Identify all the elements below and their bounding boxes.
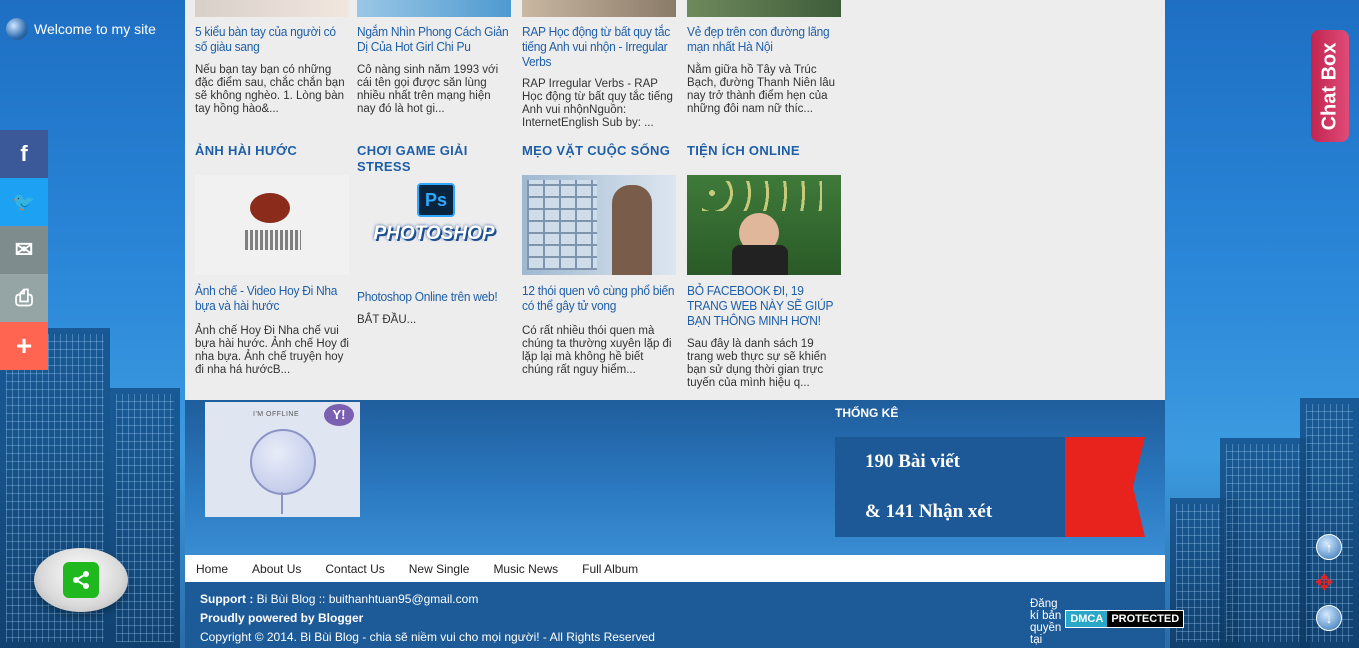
more-share-button[interactable]: + bbox=[0, 322, 48, 370]
support-label: Support : bbox=[200, 592, 254, 606]
city-building bbox=[1220, 438, 1310, 648]
nav-music-news[interactable]: Music News bbox=[493, 562, 558, 576]
dmca-section: Đăng kí bản quyền tại DMCA PROTECTED bbox=[1030, 592, 1185, 646]
post-thumbnail[interactable] bbox=[687, 0, 841, 17]
nav-contact-us[interactable]: Contact Us bbox=[325, 562, 384, 576]
stats-ribbon bbox=[1065, 437, 1145, 537]
post-grid: 5 kiểu bàn tay của người có số giàu sang… bbox=[185, 0, 1165, 400]
arrow-down-icon: ↓ bbox=[1325, 610, 1333, 626]
footer-widgets: I'M OFFLINE Y! THỐNG KÊ 190 Bài viết & 1… bbox=[185, 400, 1165, 555]
powered-by: Proudly powered by Blogger bbox=[200, 611, 364, 625]
dmca-label: Đăng kí bản quyền tại bbox=[1030, 598, 1062, 646]
dmca-badge-right: PROTECTED bbox=[1107, 611, 1184, 627]
email-share-button[interactable]: ✉ bbox=[0, 226, 48, 274]
welcome-text: Welcome to my site bbox=[34, 21, 156, 37]
email-icon: ✉ bbox=[14, 237, 34, 262]
city-building bbox=[110, 388, 180, 648]
post-thumbnail[interactable] bbox=[522, 0, 676, 17]
yahoo-status-widget[interactable]: I'M OFFLINE Y! bbox=[205, 402, 360, 517]
photoshop-logo-text: PHOTOSHOP bbox=[373, 223, 495, 244]
post-title-link[interactable]: Ngắm Nhìn Phong Cách Giản Dị Của Hot Gir… bbox=[357, 24, 512, 54]
category-heading[interactable]: MẸO VẶT CUỘC SỐNG bbox=[522, 143, 676, 175]
post-thumbnail[interactable] bbox=[357, 0, 511, 17]
post-excerpt: RAP Irregular Verbs - RAP Học động từ bấ… bbox=[522, 78, 673, 129]
twitter-icon: 🐦 bbox=[12, 191, 36, 212]
chat-box-label: Chat Box bbox=[1318, 42, 1341, 130]
arrow-up-icon: ↑ bbox=[1325, 539, 1333, 555]
category-heading[interactable]: TIỆN ÍCH ONLINE bbox=[687, 143, 841, 175]
nav-about-us[interactable]: About Us bbox=[252, 562, 301, 576]
site-footer: Support : Bi Bùi Blog :: buithanhtuan95@… bbox=[185, 582, 1185, 648]
post-thumbnail[interactable] bbox=[687, 175, 841, 275]
post-thumbnail[interactable] bbox=[195, 175, 349, 275]
facebook-share-button[interactable]: f bbox=[0, 130, 48, 178]
facebook-icon: f bbox=[20, 141, 28, 166]
post-title-link[interactable]: Ảnh chế - Video Hoy Đi Nha bựa và hài hư… bbox=[195, 283, 350, 313]
offline-face-icon bbox=[250, 429, 316, 495]
scroll-up-button[interactable]: ↑ bbox=[1316, 534, 1342, 560]
post-excerpt: Sau đây là danh sách 19 trang web thực s… bbox=[687, 338, 827, 389]
support-contact-link[interactable]: Bi Bùi Blog :: buithanhtuan95@gmail.com bbox=[257, 592, 479, 606]
stats-box: 190 Bài viết & 141 Nhận xét bbox=[835, 437, 1065, 537]
post-excerpt: Nếu bạn tay bạn có những đặc điểm sau, c… bbox=[195, 64, 345, 115]
yahoo-logo-icon: Y! bbox=[324, 404, 354, 426]
move-arrows-icon[interactable]: ✥ bbox=[1315, 570, 1333, 596]
post-card: Vẻ đẹp trên con đường lãng mạn nhất Hà N… bbox=[687, 0, 841, 116]
footer-nav: Home About Us Contact Us New Single Musi… bbox=[185, 555, 1165, 582]
support-line: Support : Bi Bùi Blog :: buithanhtuan95@… bbox=[200, 592, 478, 606]
post-card: 5 kiểu bàn tay của người có số giàu sang… bbox=[195, 0, 349, 116]
dmca-badge[interactable]: DMCA PROTECTED bbox=[1065, 610, 1185, 628]
post-card: Ngắm Nhìn Phong Cách Giản Dị Của Hot Gir… bbox=[357, 0, 511, 116]
category-heading[interactable]: CHƠI GAME GIẢI STRESS bbox=[357, 143, 511, 175]
post-excerpt: Ảnh chế Hoy Đi Nha chế vui bựa hài hước.… bbox=[195, 325, 349, 376]
nav-full-album[interactable]: Full Album bbox=[582, 562, 638, 576]
nav-home[interactable]: Home bbox=[196, 562, 228, 576]
post-title-link[interactable]: Photoshop Online trên web! bbox=[357, 289, 512, 304]
stats-heading: THỐNG KÊ bbox=[835, 406, 899, 420]
post-card: RAP Học động từ bất quy tắc tiếng Anh vu… bbox=[522, 0, 676, 130]
post-excerpt: BẮT ĐẦU... bbox=[357, 314, 417, 326]
post-title-link[interactable]: 12 thói quen vô cùng phổ biến có thể gây… bbox=[522, 283, 677, 313]
post-excerpt: Có rất nhiều thói quen mà chúng ta thườn… bbox=[522, 325, 672, 376]
post-title-link[interactable]: BỎ FACEBOOK ĐI, 19 TRANG WEB NÀY SẼ GIÚP… bbox=[687, 283, 842, 328]
post-thumbnail[interactable]: Ps PHOTOSHOP bbox=[357, 175, 511, 275]
post-excerpt: Nằm giữa hồ Tây và Trúc Bạch, đường Than… bbox=[687, 64, 836, 115]
comment-count: & 141 Nhận xét bbox=[865, 501, 993, 522]
category-heading[interactable]: ẢNH HÀI HƯỚC bbox=[195, 143, 349, 175]
post-thumbnail[interactable] bbox=[522, 175, 676, 275]
twitter-share-button[interactable]: 🐦 bbox=[0, 178, 48, 226]
welcome-banner: Welcome to my site bbox=[6, 18, 156, 40]
post-count: 190 Bài viết bbox=[865, 451, 960, 472]
category-block: CHƠI GAME GIẢI STRESS Ps PHOTOSHOP Photo… bbox=[357, 143, 511, 327]
share-sidebar: f 🐦 ✉ ⎙ + bbox=[0, 130, 48, 370]
nav-new-single[interactable]: New Single bbox=[409, 562, 470, 576]
post-title-link[interactable]: Vẻ đẹp trên con đường lãng mạn nhất Hà N… bbox=[687, 24, 842, 54]
category-block: MẸO VẶT CUỘC SỐNG 12 thói quen vô cùng p… bbox=[522, 143, 676, 377]
yahoo-status-text: I'M OFFLINE bbox=[253, 411, 300, 418]
scroll-down-button[interactable]: ↓ bbox=[1316, 605, 1342, 631]
post-thumbnail[interactable] bbox=[195, 0, 349, 17]
category-block: ẢNH HÀI HƯỚC Ảnh chế - Video Hoy Đi Nha … bbox=[195, 143, 349, 377]
dmca-badge-left: DMCA bbox=[1066, 611, 1108, 627]
chat-box-tab[interactable]: Chat Box bbox=[1311, 30, 1349, 142]
print-button[interactable]: ⎙ bbox=[0, 274, 48, 322]
post-title-link[interactable]: 5 kiểu bàn tay của người có số giàu sang bbox=[195, 24, 350, 54]
globe-icon bbox=[6, 18, 28, 40]
copyright: Copyright © 2014. Bi Bùi Blog - chia sẽ … bbox=[200, 630, 655, 644]
offline-face-stick bbox=[281, 492, 283, 514]
photoshop-badge: Ps bbox=[417, 183, 455, 217]
share-icon bbox=[63, 562, 99, 598]
print-icon: ⎙ bbox=[15, 285, 33, 310]
category-block: TIỆN ÍCH ONLINE BỎ FACEBOOK ĐI, 19 TRANG… bbox=[687, 143, 841, 390]
post-excerpt: Cô nàng sinh năm 1993 với cái tên gọi đư… bbox=[357, 64, 499, 115]
floating-share-button[interactable] bbox=[34, 548, 128, 612]
plus-icon: + bbox=[15, 330, 33, 361]
post-title-link[interactable]: RAP Học động từ bất quy tắc tiếng Anh vu… bbox=[522, 24, 677, 69]
